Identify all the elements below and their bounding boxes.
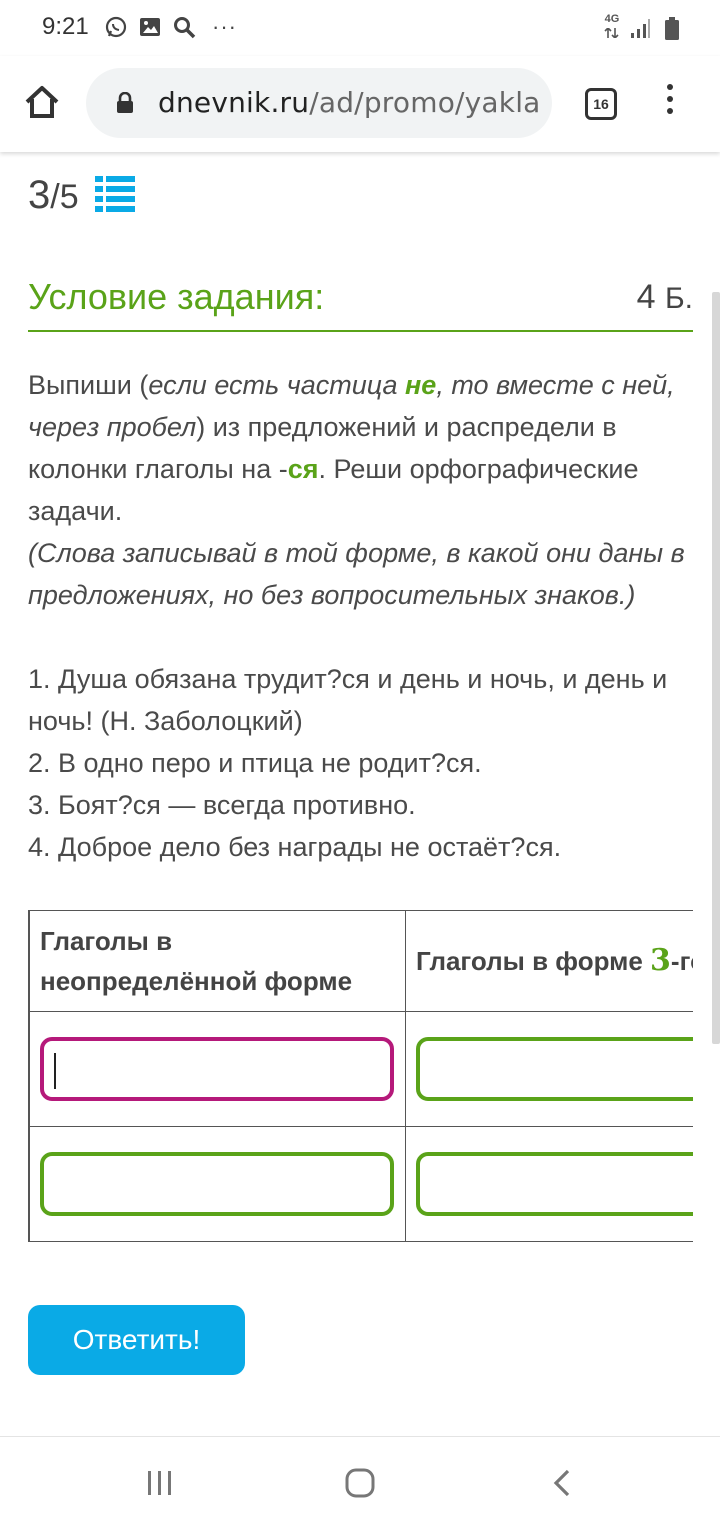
text-caret <box>54 1053 56 1089</box>
progress-current: 3 <box>28 173 51 217</box>
task-header: Условие задания: 4 Б. <box>28 276 693 332</box>
points-unit: Б. <box>664 282 693 315</box>
progress-total: 5 <box>59 178 79 216</box>
scroll-indicator[interactable] <box>712 292 720 1044</box>
more-notifications-icon: ··· <box>212 14 237 39</box>
table-row <box>29 1011 693 1127</box>
status-bar: 9:21 ··· 4G <box>0 0 720 56</box>
submit-button[interactable]: Ответить! <box>28 1305 245 1375</box>
battery-icon <box>660 16 684 41</box>
task-progress: 3 / 5 <box>28 172 135 218</box>
sentence-item: 3. Боят?ся — всегда противно. <box>28 790 416 820</box>
home-icon <box>25 86 59 118</box>
task-list-icon[interactable] <box>94 176 135 222</box>
table-row <box>29 1126 693 1242</box>
address-bar[interactable]: dnevnik.ru/ad/promo/yakla <box>86 68 552 138</box>
tab-switcher-button[interactable]: 16 <box>585 88 617 120</box>
whatsapp-icon <box>104 15 128 39</box>
task-title: Условие задания: <box>28 276 325 317</box>
answer-input-infinitive-1[interactable] <box>40 1037 394 1101</box>
answer-input-third-person-2[interactable] <box>416 1152 693 1216</box>
image-icon <box>138 15 162 39</box>
home-nav-button[interactable] <box>340 1463 380 1503</box>
sentence-item: 1. Душа обязана трудит?ся и день и ночь,… <box>28 664 668 736</box>
status-time: 9:21 <box>42 13 89 40</box>
back-icon <box>553 1469 570 1497</box>
column-header-infinitive: Глаголы в неопределённой форме <box>29 910 406 1012</box>
home-button[interactable] <box>22 82 62 122</box>
home-nav-icon <box>345 1468 375 1498</box>
task-note: (Слова записывай в той форме, в какой он… <box>28 538 685 610</box>
table-header-row: Глаголы в неопределённой форме Глаголы в… <box>29 910 693 1012</box>
sentence-item: 4. Доброе дело без награды не остаёт?ся. <box>28 832 562 862</box>
url-domain: dnevnik.ru <box>158 86 310 119</box>
task-instructions: Выпиши (если есть частица не, то вместе … <box>28 370 685 610</box>
browser-toolbar: dnevnik.ru/ad/promo/yakla 16 <box>0 56 720 152</box>
column-header-third-person: Глаголы в форме 3-го лица <box>405 910 693 1012</box>
points-value: 4 <box>636 278 656 316</box>
progress-separator: / <box>50 178 60 216</box>
answer-input-infinitive-2[interactable] <box>40 1152 394 1216</box>
network-type-icon: 4G <box>604 14 620 43</box>
url-text: dnevnik.ru/ad/promo/yakla <box>158 86 541 119</box>
lock-icon <box>116 91 134 119</box>
back-button[interactable] <box>542 1463 582 1503</box>
recent-apps-button[interactable] <box>140 1463 180 1503</box>
search-icon <box>172 15 196 39</box>
signal-icon <box>628 17 652 41</box>
more-menu-button[interactable] <box>660 84 680 124</box>
task-points: 4 Б. <box>637 278 693 317</box>
sentence-item: 2. В одно перо и птица не родит?ся. <box>28 748 482 778</box>
answer-table: Глаголы в неопределённой форме Глаголы в… <box>28 910 693 1242</box>
url-path: /ad/promo/yakla <box>309 86 541 119</box>
system-nav-bar <box>0 1436 720 1520</box>
sentence-list: 1. Душа обязана трудит?ся и день и ночь,… <box>28 658 693 868</box>
recent-apps-icon <box>148 1471 171 1495</box>
answer-input-third-person-1[interactable] <box>416 1037 693 1101</box>
